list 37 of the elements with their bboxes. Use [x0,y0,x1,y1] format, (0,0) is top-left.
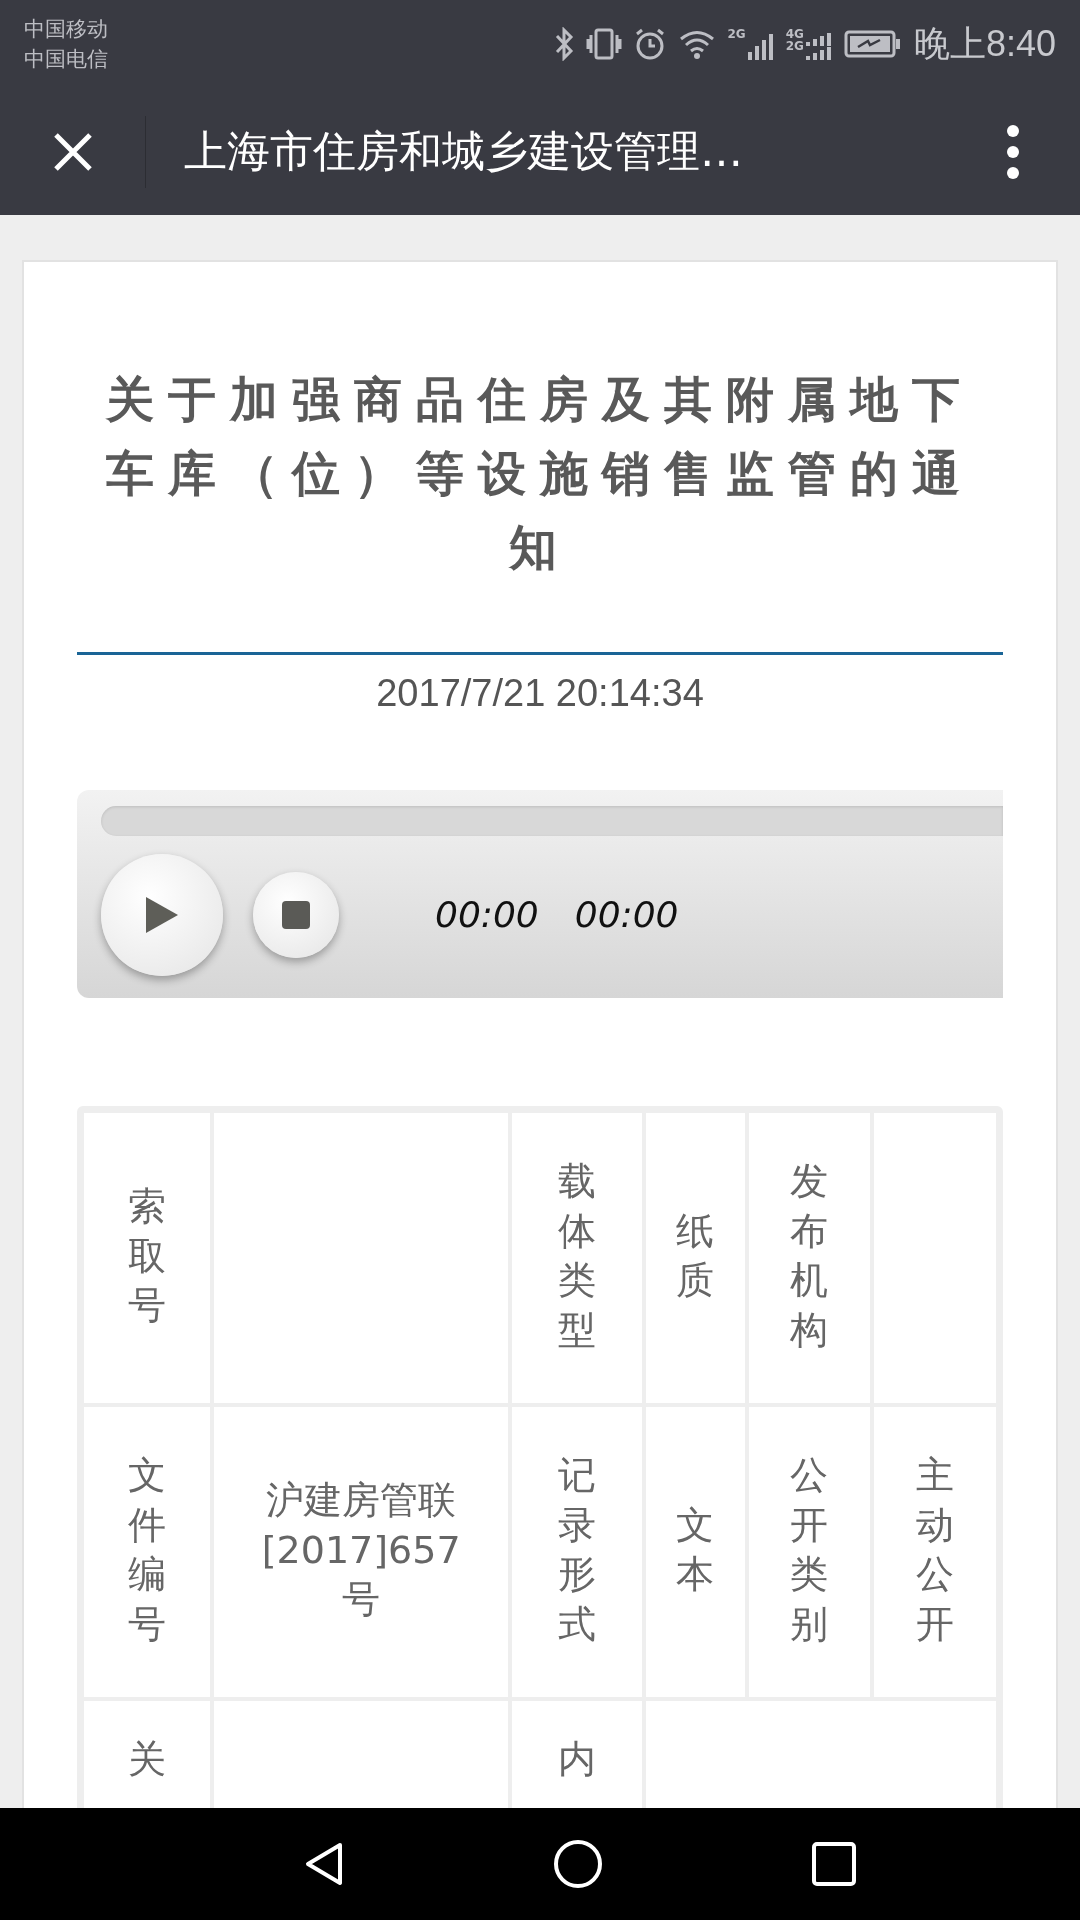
alarm-icon [633,27,666,61]
table-cell-text: 载体类型 [558,1158,597,1354]
article-title: 关于加强商品住房及其附属地下车库（位）等设施销售监管的通知 [104,370,975,577]
table-cell-text: 发布机构 [790,1158,829,1354]
page-title: 上海市住房和城乡建设管理… [184,125,743,179]
stop-icon [281,900,311,930]
stop-button[interactable] [253,872,339,958]
table-cell-text: 纸质 [676,1207,715,1305]
progress-track[interactable] [101,806,1003,836]
duration: 00:00 [574,893,679,937]
carrier-name: 中国电信 [24,46,108,73]
table-cell-text: 记录形式 [558,1452,597,1648]
table-cell-text: 主动公开 [915,1452,954,1648]
bluetooth-icon [553,27,574,61]
table-cell-text: 内 [558,1736,597,1783]
battery-icon [843,29,902,59]
close-icon[interactable] [52,131,93,172]
publish-date: 2017/7/21 20:14:34 [375,671,705,716]
home-icon[interactable] [553,1839,603,1889]
vibrate-icon [585,27,622,61]
clock: 晚上8:40 [913,22,1056,66]
table-cell-text: 文件编号 [128,1452,166,1648]
recents-icon[interactable] [811,1842,856,1886]
table-cell-text: 公开类别 [790,1452,829,1648]
table-cell-text: 关 [128,1736,166,1783]
more-icon[interactable] [1006,123,1020,180]
play-button[interactable] [101,854,223,976]
network-label: 4G [785,28,804,40]
table-cell-text: 沪建房管联[2017]657号 [261,1477,462,1623]
table-cell-text: 索取号 [128,1183,166,1329]
network-label: 2G [785,40,804,52]
table-cell-text: 文本 [676,1501,715,1599]
back-icon[interactable] [304,1842,345,1886]
carrier-name: 中国移动 [24,16,108,43]
network-label: 2G [727,28,746,40]
play-icon [144,895,180,935]
current-time: 00:00 [435,893,539,937]
